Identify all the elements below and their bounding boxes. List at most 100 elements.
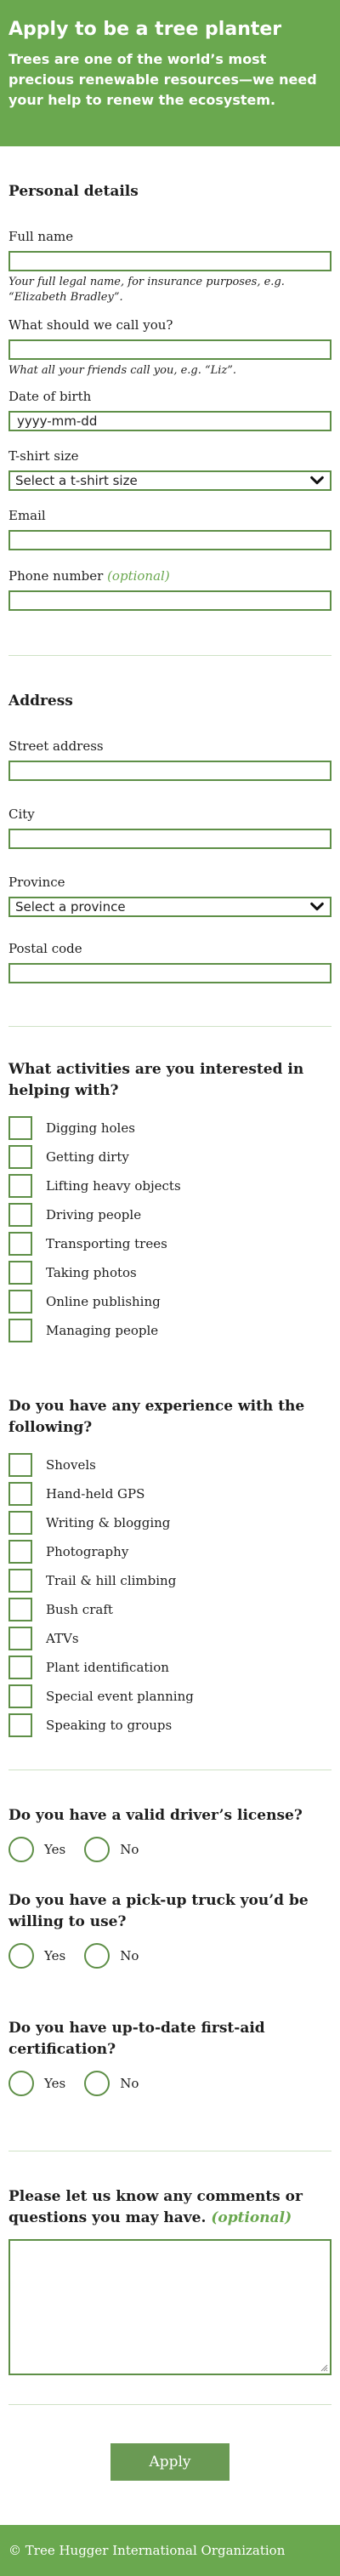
experience-checkbox[interactable]	[8, 1598, 32, 1621]
activity-label: Driving people	[46, 1207, 142, 1222]
activity-checkbox[interactable]	[8, 1116, 32, 1140]
application-page: Apply to be a tree planter Trees are one…	[0, 0, 340, 2576]
activity-checkbox[interactable]	[8, 1232, 32, 1256]
activity-checkbox[interactable]	[8, 1174, 32, 1198]
activity-checkbox[interactable]	[8, 1145, 32, 1169]
activity-option[interactable]: Driving people	[8, 1200, 332, 1229]
experience-checkbox[interactable]	[8, 1713, 32, 1737]
experience-option[interactable]: Trail & hill climbing	[8, 1566, 332, 1595]
address-heading: Address	[8, 692, 73, 710]
truck-no-radio[interactable]	[84, 1943, 110, 1969]
dob-group: Date of birth yyyy-mm-dd	[8, 388, 332, 431]
postal-input[interactable]	[8, 963, 332, 983]
experience-option[interactable]: Photography	[8, 1537, 332, 1566]
license-no-label: No	[120, 1842, 139, 1857]
nickname-hint: What all your friends call you, e.g. “Li…	[8, 364, 237, 377]
resize-grip-icon[interactable]	[320, 2363, 328, 2372]
license-yes-label: Yes	[44, 1842, 66, 1857]
activity-label: Digging holes	[46, 1120, 135, 1136]
activity-checkbox[interactable]	[8, 1261, 32, 1285]
experience-checkbox[interactable]	[8, 1511, 32, 1535]
activity-option[interactable]: Transporting trees	[8, 1229, 332, 1258]
first-aid-no-option[interactable]: No	[84, 2071, 139, 2096]
experience-label: Trail & hill climbing	[46, 1573, 177, 1588]
experience-option[interactable]: Speaking to groups	[8, 1711, 332, 1740]
activity-option[interactable]: Getting dirty	[8, 1143, 332, 1171]
postal-label: Postal code	[8, 941, 82, 956]
dob-label: Date of birth	[8, 389, 92, 404]
page-intro: Trees are one of the world’s most precio…	[8, 51, 317, 108]
license-yes-radio[interactable]	[8, 1837, 34, 1862]
experience-option[interactable]: Bush craft	[8, 1595, 332, 1624]
first-aid-yes-label: Yes	[44, 2076, 66, 2091]
phone-label-text: Phone number	[8, 568, 104, 584]
activity-option[interactable]: Online publishing	[8, 1287, 332, 1316]
activity-option[interactable]: Managing people	[8, 1316, 332, 1345]
activity-label: Getting dirty	[46, 1149, 129, 1165]
phone-input[interactable]	[8, 590, 332, 611]
activities-list: Digging holes Getting dirty Lifting heav…	[8, 1114, 332, 1345]
comments-textarea[interactable]	[8, 2239, 332, 2375]
comments-optional-tag: (optional)	[211, 2209, 292, 2226]
license-no-option[interactable]: No	[84, 1837, 139, 1862]
experience-option[interactable]: Special event planning	[8, 1682, 332, 1711]
truck-yes-label: Yes	[44, 1948, 66, 1963]
personal-details-heading: Personal details	[8, 183, 139, 200]
license-yes-option[interactable]: Yes	[8, 1837, 65, 1862]
experience-option[interactable]: ATVs	[8, 1624, 332, 1653]
truck-question: Do you have a pick-up truck you’d be wil…	[8, 1890, 332, 1969]
nickname-input[interactable]	[8, 339, 332, 360]
first-aid-yes-radio[interactable]	[8, 2071, 34, 2096]
experience-option[interactable]: Plant identification	[8, 1653, 332, 1682]
email-label: Email	[8, 508, 46, 523]
city-input[interactable]	[8, 829, 332, 849]
experience-option[interactable]: Shovels	[8, 1450, 332, 1479]
dob-input[interactable]: yyyy-mm-dd	[8, 411, 332, 431]
apply-button[interactable]: Apply	[110, 2443, 230, 2481]
street-input[interactable]	[8, 761, 332, 781]
tshirt-select[interactable]: Select a t-shirt size	[8, 470, 332, 491]
experience-checkbox[interactable]	[8, 1569, 32, 1593]
experience-option[interactable]: Hand-held GPS	[8, 1479, 332, 1508]
nickname-label: What should we call you?	[8, 317, 173, 333]
activity-checkbox[interactable]	[8, 1203, 32, 1227]
first-aid-no-radio[interactable]	[84, 2071, 110, 2096]
section-divider	[8, 655, 332, 656]
section-divider	[8, 1026, 332, 1027]
experience-list: Shovels Hand-held GPS Writing & blogging…	[8, 1450, 332, 1740]
experience-label: Photography	[46, 1544, 129, 1559]
experience-checkbox[interactable]	[8, 1684, 32, 1708]
province-select[interactable]: Select a province	[8, 897, 332, 917]
truck-yes-radio[interactable]	[8, 1943, 34, 1969]
experience-checkbox[interactable]	[8, 1453, 32, 1477]
city-group: City	[8, 806, 332, 849]
experience-checkbox[interactable]	[8, 1627, 32, 1650]
first-aid-yes-option[interactable]: Yes	[8, 2071, 65, 2096]
phone-label: Phone number (optional)	[8, 567, 332, 584]
experience-checkbox[interactable]	[8, 1656, 32, 1679]
experience-option[interactable]: Writing & blogging	[8, 1508, 332, 1537]
activity-option[interactable]: Digging holes	[8, 1114, 332, 1143]
truck-yes-option[interactable]: Yes	[8, 1943, 65, 1969]
email-input[interactable]	[8, 530, 332, 550]
activity-checkbox[interactable]	[8, 1319, 32, 1342]
activity-label: Managing people	[46, 1323, 159, 1338]
chevron-down-icon	[310, 902, 324, 911]
truck-no-option[interactable]: No	[84, 1943, 139, 1969]
province-group: Province Select a province	[8, 874, 332, 917]
full-name-group: Full name Your full legal name, for insu…	[8, 228, 332, 305]
license-no-radio[interactable]	[84, 1837, 110, 1862]
experience-checkbox[interactable]	[8, 1540, 32, 1564]
activity-option[interactable]: Taking photos	[8, 1258, 332, 1287]
tshirt-selected-value: Select a t-shirt size	[15, 473, 138, 488]
comments-heading: Please let us know any comments or quest…	[8, 2186, 332, 2229]
license-question: Do you have a valid driver’s license? Ye…	[8, 1805, 332, 1862]
experience-checkbox[interactable]	[8, 1482, 32, 1506]
tshirt-group: T-shirt size Select a t-shirt size	[8, 447, 332, 491]
full-name-input[interactable]	[8, 251, 332, 271]
activity-option[interactable]: Lifting heavy objects	[8, 1171, 332, 1200]
first-aid-radio-group: Yes No	[8, 2071, 332, 2096]
full-name-label: Full name	[8, 229, 74, 244]
postal-group: Postal code	[8, 940, 332, 983]
activity-checkbox[interactable]	[8, 1290, 32, 1314]
